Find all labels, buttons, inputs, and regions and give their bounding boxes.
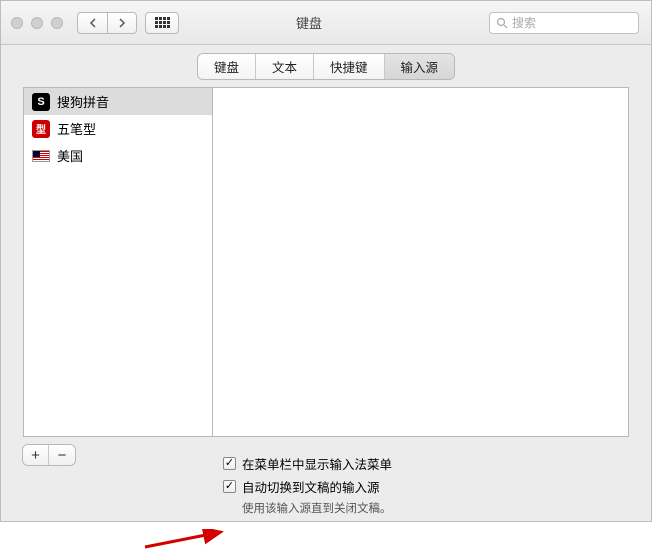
search-placeholder: 搜索 [512,14,536,31]
show-input-menu-checkbox[interactable] [223,457,236,470]
sogou-icon: S [32,93,50,111]
auto-switch-checkbox[interactable] [223,480,236,493]
option-hint: 使用该输入源直到关闭文稿。 [242,500,392,516]
back-button[interactable] [77,12,107,34]
tab-bar: 键盘 文本 快捷键 输入源 [23,54,629,79]
input-source-label: 五笔型 [57,119,96,138]
option-show-input-menu: 在菜单栏中显示输入法菜单 [223,454,392,473]
input-source-label: 美国 [57,146,83,165]
forward-button[interactable] [107,12,137,34]
option-auto-switch: 自动切换到文稿的输入源 [223,477,392,496]
remove-source-button[interactable]: − [49,445,75,465]
zoom-window-button[interactable] [51,17,63,29]
tab-keyboard[interactable]: 键盘 [198,54,256,79]
chevron-right-icon [118,18,126,28]
option-label: 自动切换到文稿的输入源 [242,477,380,496]
option-label: 在菜单栏中显示输入法菜单 [242,454,392,473]
annotation-arrow-icon [143,529,228,549]
titlebar: 键盘 搜索 [1,1,651,45]
us-flag-icon [32,150,50,162]
search-icon [496,17,508,29]
tab-text[interactable]: 文本 [256,54,314,79]
wubi-icon: 型 [32,120,50,138]
history-nav [77,12,137,34]
grid-icon [155,17,170,28]
options-group: 在菜单栏中显示输入法菜单 自动切换到文稿的输入源 使用该输入源直到关闭文稿。 [223,454,392,516]
input-sources-panel: S 搜狗拼音 型 五笔型 美国 [23,87,629,437]
input-source-item-sogou[interactable]: S 搜狗拼音 [24,88,212,115]
close-window-button[interactable] [11,17,23,29]
search-field[interactable]: 搜索 [489,12,639,34]
input-source-label: 搜狗拼音 [57,92,109,111]
show-all-button[interactable] [145,12,179,34]
preferences-window: 键盘 搜索 键盘 文本 快捷键 输入源 S 搜狗拼音 型 五笔型 [0,0,652,522]
chevron-left-icon [89,18,97,28]
window-title: 键盘 [179,13,489,32]
input-source-detail [213,87,629,437]
input-source-item-wubi[interactable]: 型 五笔型 [24,115,212,142]
window-controls [11,17,63,29]
minimize-window-button[interactable] [31,17,43,29]
input-source-list[interactable]: S 搜狗拼音 型 五笔型 美国 [23,87,213,437]
tab-shortcuts[interactable]: 快捷键 [314,54,385,79]
add-source-button[interactable]: + [23,445,49,465]
tab-input-sources[interactable]: 输入源 [385,54,455,79]
content-area: 键盘 文本 快捷键 输入源 S 搜狗拼音 型 五笔型 美国 [23,54,629,516]
add-remove-control: + − [23,445,75,465]
input-source-item-us[interactable]: 美国 [24,142,212,169]
